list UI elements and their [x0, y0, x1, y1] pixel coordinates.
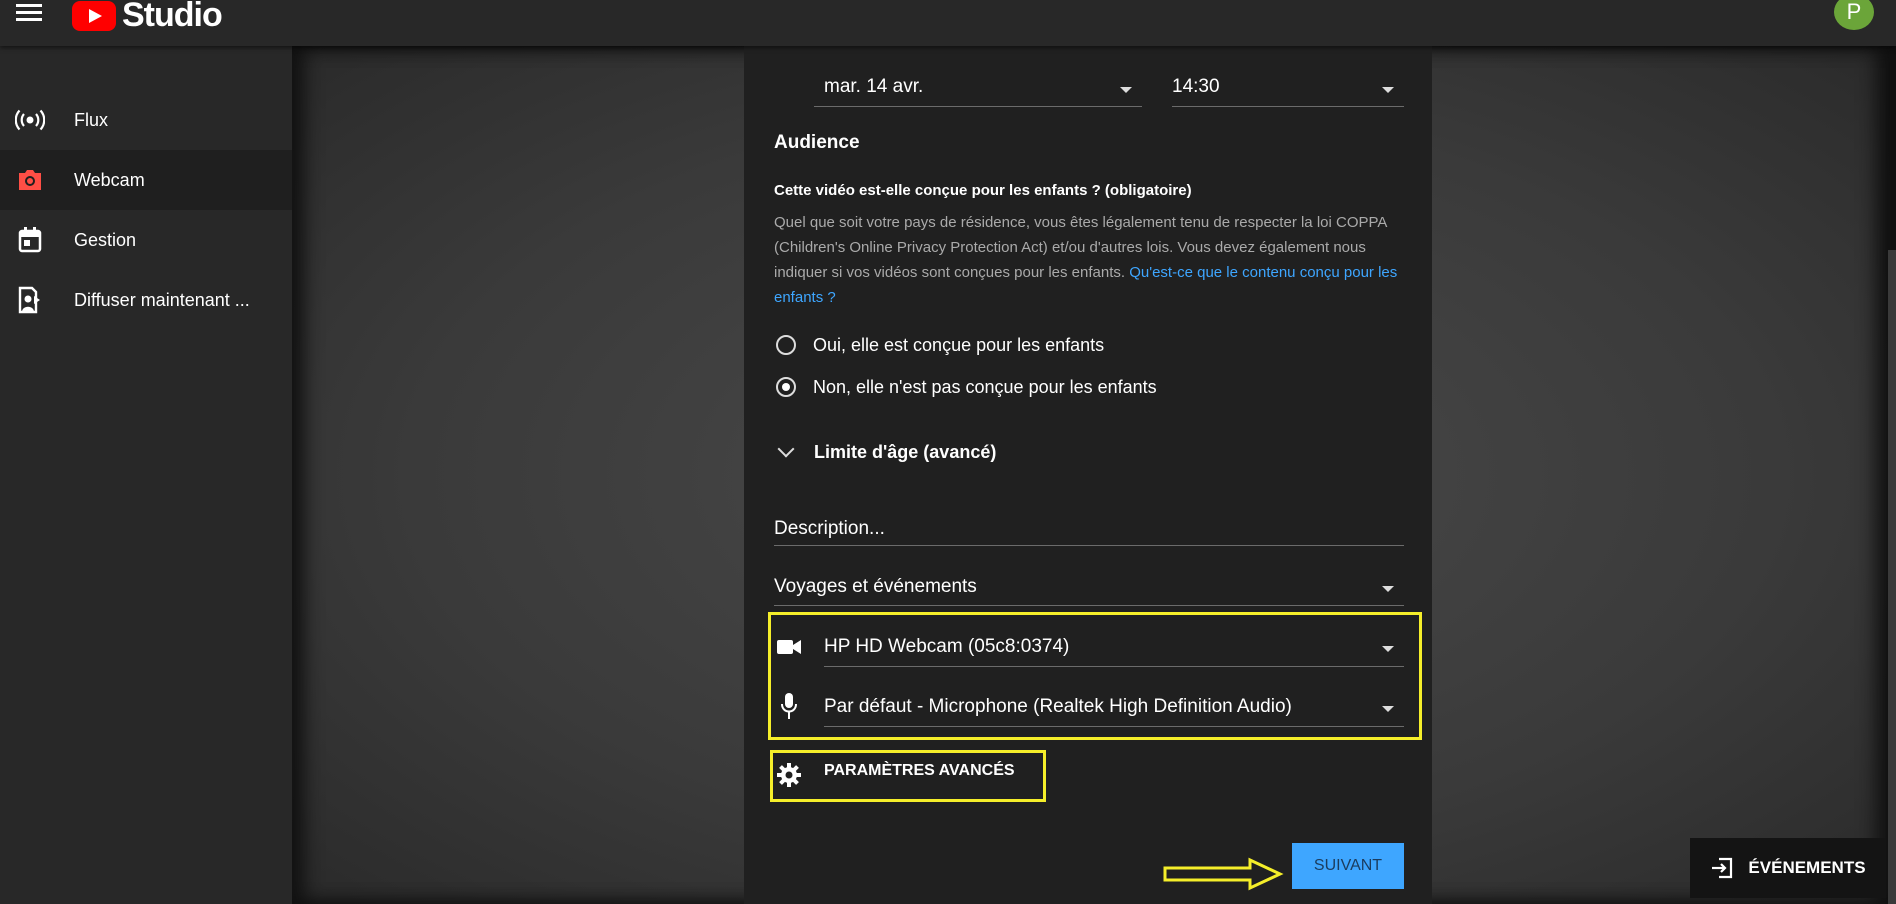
- next-button[interactable]: SUIVANT: [1292, 843, 1404, 889]
- camera-select[interactable]: HP HD Webcam (05c8:0374): [824, 636, 1069, 658]
- sidebar-item-label: Gestion: [74, 229, 137, 250]
- events-button[interactable]: ÉVÉNEMENTS: [1690, 838, 1886, 898]
- camera-icon: [14, 166, 46, 194]
- top-bar: Studio P: [0, 0, 1896, 46]
- advanced-settings-button[interactable]: PARAMÈTRES AVANCÉS: [824, 762, 1015, 780]
- chevron-down-icon: [1382, 586, 1394, 592]
- arrow-right-icon: [1162, 857, 1284, 896]
- microphone-select[interactable]: Par défaut - Microphone (Realtek High De…: [824, 696, 1292, 718]
- description-input[interactable]: Description...: [774, 518, 885, 540]
- logo-text: Studio: [122, 0, 223, 34]
- category-select[interactable]: Voyages et événements: [774, 576, 977, 598]
- radio-yes-label: Oui, elle est conçue pour les enfants: [813, 335, 1105, 355]
- gear-icon: [776, 762, 802, 793]
- sidebar-item-label: Flux: [74, 109, 109, 130]
- sidebar-item-gestion[interactable]: Gestion: [0, 210, 292, 270]
- video-camera-icon: [776, 636, 802, 663]
- hamburger-menu-icon[interactable]: [16, 0, 42, 21]
- page-scrollbar[interactable]: [1888, 250, 1896, 904]
- date-field[interactable]: mar. 14 avr.: [824, 76, 923, 98]
- avatar[interactable]: P: [1834, 0, 1874, 30]
- sidebar-item-flux[interactable]: Flux: [0, 90, 292, 150]
- sidebar-item-webcam[interactable]: Webcam: [0, 150, 292, 210]
- calendar-icon: [14, 226, 46, 254]
- sidebar-item-diffuser[interactable]: Diffuser maintenant ...: [0, 270, 292, 330]
- time-underline: [1172, 106, 1404, 107]
- radio-no-label: Non, elle n'est pas conçue pour les enfa…: [813, 377, 1157, 397]
- camera-underline: [824, 666, 1404, 667]
- enter-icon: [1710, 856, 1734, 880]
- studio-logo[interactable]: Studio: [72, 0, 223, 35]
- age-restriction-toggle[interactable]: Limite d'âge (avancé): [814, 442, 996, 463]
- kids-question: Cette vidéo est-elle conçue pour les enf…: [774, 182, 1192, 199]
- device-highlight-box: [768, 612, 1422, 740]
- broadcast-icon: [14, 106, 46, 134]
- events-label: ÉVÉNEMENTS: [1748, 858, 1866, 877]
- youtube-play-icon: [72, 0, 116, 31]
- chevron-down-icon: [1382, 87, 1394, 93]
- microphone-underline: [824, 726, 1404, 727]
- audience-heading: Audience: [774, 132, 860, 153]
- radio-made-for-kids[interactable]: [776, 335, 796, 355]
- chevron-down-icon: [1120, 87, 1132, 93]
- coppa-paragraph: Quel que soit votre pays de résidence, v…: [774, 210, 1410, 310]
- sidebar: Flux Webcam Gestion Diffuser maintenant …: [0, 46, 292, 904]
- sidebar-item-label: Webcam: [74, 169, 145, 190]
- microphone-icon: [780, 692, 798, 725]
- chevron-down-icon: [1382, 646, 1394, 652]
- sidebar-item-label: Diffuser maintenant ...: [74, 289, 250, 310]
- chevron-down-icon: [1382, 706, 1394, 712]
- time-field[interactable]: 14:30: [1172, 76, 1220, 98]
- date-underline: [814, 106, 1142, 107]
- stream-now-icon: [14, 286, 46, 314]
- radio-not-made-for-kids[interactable]: [776, 377, 796, 397]
- category-underline: [774, 605, 1404, 606]
- description-underline: [774, 545, 1404, 546]
